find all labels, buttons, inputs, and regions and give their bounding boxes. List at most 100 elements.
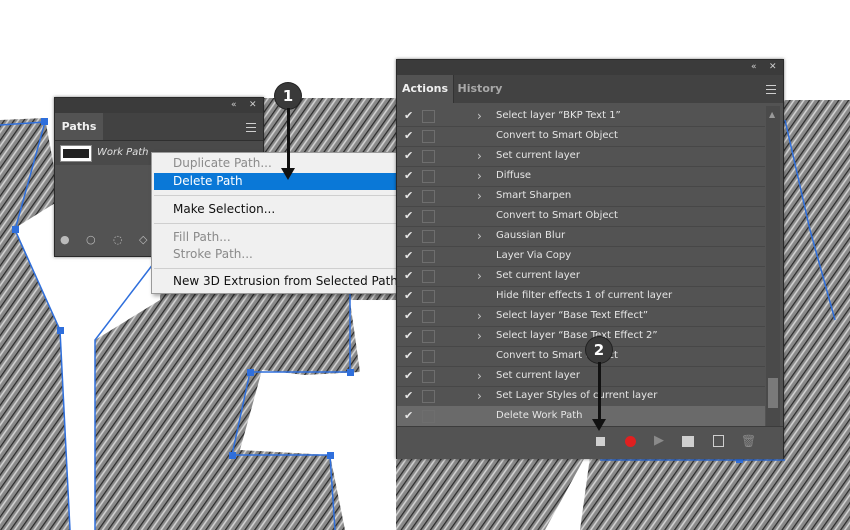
- dialog-toggle-box[interactable]: [422, 190, 435, 203]
- action-label: Set current layer: [496, 150, 580, 161]
- chevron-right-icon[interactable]: ›: [477, 106, 482, 126]
- stroke-path-icon[interactable]: ○: [86, 234, 96, 245]
- actions-list: ✔ › Select layer “BKP Text 1” ✔ Convert to S…: [397, 106, 765, 426]
- action-row[interactable]: ✔ › Select layer “BKP Text 1”: [397, 106, 765, 127]
- callout-2-arrow: [598, 362, 601, 422]
- action-row[interactable]: ✔ › Set current layer: [397, 366, 765, 387]
- checkmark-icon[interactable]: ✔: [404, 409, 416, 423]
- action-row[interactable]: ✔ › Set current layer: [397, 146, 765, 167]
- load-selection-icon[interactable]: ◌: [113, 234, 123, 245]
- action-row[interactable]: ✔ › Diffuse: [397, 166, 765, 187]
- dialog-toggle-box[interactable]: [422, 250, 435, 263]
- dialog-toggle-box[interactable]: [422, 390, 435, 403]
- dialog-toggle-box[interactable]: [422, 150, 435, 163]
- menu-item-fill-path[interactable]: Fill Path...: [154, 229, 409, 246]
- checkmark-icon[interactable]: ✔: [404, 349, 416, 363]
- action-row[interactable]: ✔ Layer Via Copy: [397, 246, 765, 267]
- actions-panel-titlebar[interactable]: « ✕: [397, 60, 783, 75]
- scroll-thumb[interactable]: [768, 378, 778, 408]
- chevron-right-icon[interactable]: ›: [477, 226, 482, 246]
- dialog-toggle-box[interactable]: [422, 350, 435, 363]
- menu-item-make-selection[interactable]: Make Selection...: [154, 201, 409, 218]
- close-icon[interactable]: ✕: [769, 61, 777, 73]
- checkmark-icon[interactable]: ✔: [404, 149, 416, 163]
- action-row[interactable]: ✔ › Smart Sharpen: [397, 186, 765, 207]
- checkmark-icon[interactable]: ✔: [404, 129, 416, 143]
- action-row[interactable]: ✔ › Select layer “Base Text Effect”: [397, 306, 765, 327]
- dialog-toggle-box[interactable]: [422, 210, 435, 223]
- chevron-right-icon[interactable]: ›: [477, 146, 482, 166]
- checkmark-icon[interactable]: ✔: [404, 229, 416, 243]
- menu-item-stroke-path[interactable]: Stroke Path...: [154, 246, 409, 263]
- chevron-right-icon[interactable]: ›: [477, 306, 482, 326]
- trash-icon[interactable]: 🗑: [741, 434, 756, 448]
- menu-item-new-3d-extrusion[interactable]: New 3D Extrusion from Selected Path: [154, 273, 409, 290]
- stop-icon[interactable]: [596, 437, 605, 446]
- record-icon[interactable]: [625, 436, 636, 447]
- dialog-toggle-box[interactable]: [422, 110, 435, 123]
- make-work-path-icon[interactable]: ◇: [139, 234, 149, 245]
- dialog-toggle-box[interactable]: [422, 290, 435, 303]
- action-row[interactable]: ✔ Convert to Smart Object: [397, 126, 765, 147]
- callout-2: 2: [586, 337, 612, 363]
- checkmark-icon[interactable]: ✔: [404, 109, 416, 123]
- dialog-toggle-box[interactable]: [422, 170, 435, 183]
- checkmark-icon[interactable]: ✔: [404, 209, 416, 223]
- dialog-toggle-box[interactable]: [422, 310, 435, 323]
- checkmark-icon[interactable]: ✔: [404, 289, 416, 303]
- action-row[interactable]: ✔ Hide filter effects 1 of current layer: [397, 286, 765, 307]
- action-row[interactable]: ✔ Convert to Smart Object: [397, 206, 765, 227]
- paths-tab-row: Paths: [55, 113, 263, 141]
- dialog-toggle-box[interactable]: [422, 270, 435, 283]
- action-label: Layer Via Copy: [496, 250, 572, 261]
- checkmark-icon[interactable]: ✔: [404, 309, 416, 323]
- checkmark-icon[interactable]: ✔: [404, 269, 416, 283]
- scroll-up-icon[interactable]: ▲: [769, 110, 775, 119]
- collapse-icon[interactable]: «: [751, 61, 757, 73]
- dialog-toggle-box[interactable]: [422, 410, 435, 423]
- action-row[interactable]: ✔ › Gaussian Blur: [397, 226, 765, 247]
- fill-path-icon[interactable]: ●: [60, 234, 70, 245]
- action-label: Convert to Smart Object: [496, 210, 618, 221]
- chevron-right-icon[interactable]: ›: [477, 326, 482, 346]
- checkmark-icon[interactable]: ✔: [404, 249, 416, 263]
- callout-1: 1: [275, 83, 301, 109]
- new-action-icon[interactable]: [713, 435, 724, 447]
- chevron-right-icon[interactable]: ›: [477, 166, 482, 186]
- dialog-toggle-box[interactable]: [422, 130, 435, 143]
- close-icon[interactable]: ✕: [249, 99, 257, 111]
- paths-panel-titlebar[interactable]: « ✕: [55, 98, 263, 113]
- collapse-icon[interactable]: «: [231, 99, 237, 111]
- checkmark-icon[interactable]: ✔: [404, 189, 416, 203]
- action-label: Select layer “Base Text Effect”: [496, 310, 649, 321]
- panel-menu-icon[interactable]: [766, 85, 776, 94]
- chevron-right-icon[interactable]: ›: [477, 186, 482, 206]
- checkmark-icon[interactable]: ✔: [404, 369, 416, 383]
- callout-1-arrow: [287, 108, 290, 172]
- tab-actions[interactable]: Actions: [397, 75, 453, 103]
- checkmark-icon[interactable]: ✔: [404, 169, 416, 183]
- actions-scrollbar[interactable]: ▲: [766, 106, 780, 426]
- tab-paths[interactable]: Paths: [55, 113, 103, 140]
- checkmark-icon[interactable]: ✔: [404, 389, 416, 403]
- action-label: Set Layer Styles of current layer: [496, 390, 658, 401]
- action-row[interactable]: ✔ Delete Work Path: [397, 406, 765, 426]
- action-label: Select layer “BKP Text 1”: [496, 110, 621, 121]
- chevron-right-icon[interactable]: ›: [477, 266, 482, 286]
- panel-menu-icon[interactable]: [246, 123, 256, 132]
- action-label: Diffuse: [496, 170, 532, 181]
- dialog-toggle-box[interactable]: [422, 370, 435, 383]
- path-thumbnail: [60, 145, 92, 162]
- action-row[interactable]: ✔ › Select layer “Base Text Effect 2”: [397, 326, 765, 347]
- chevron-right-icon[interactable]: ›: [477, 386, 482, 406]
- dialog-toggle-box[interactable]: [422, 330, 435, 343]
- action-row[interactable]: ✔ Convert to Smart Object: [397, 346, 765, 367]
- checkmark-icon[interactable]: ✔: [404, 329, 416, 343]
- tab-history[interactable]: History: [453, 75, 506, 103]
- folder-icon[interactable]: [682, 436, 694, 447]
- play-icon[interactable]: ▶: [654, 433, 664, 448]
- action-row[interactable]: ✔ › Set current layer: [397, 266, 765, 287]
- chevron-right-icon[interactable]: ›: [477, 366, 482, 386]
- action-row[interactable]: ✔ › Set Layer Styles of current layer: [397, 386, 765, 407]
- dialog-toggle-box[interactable]: [422, 230, 435, 243]
